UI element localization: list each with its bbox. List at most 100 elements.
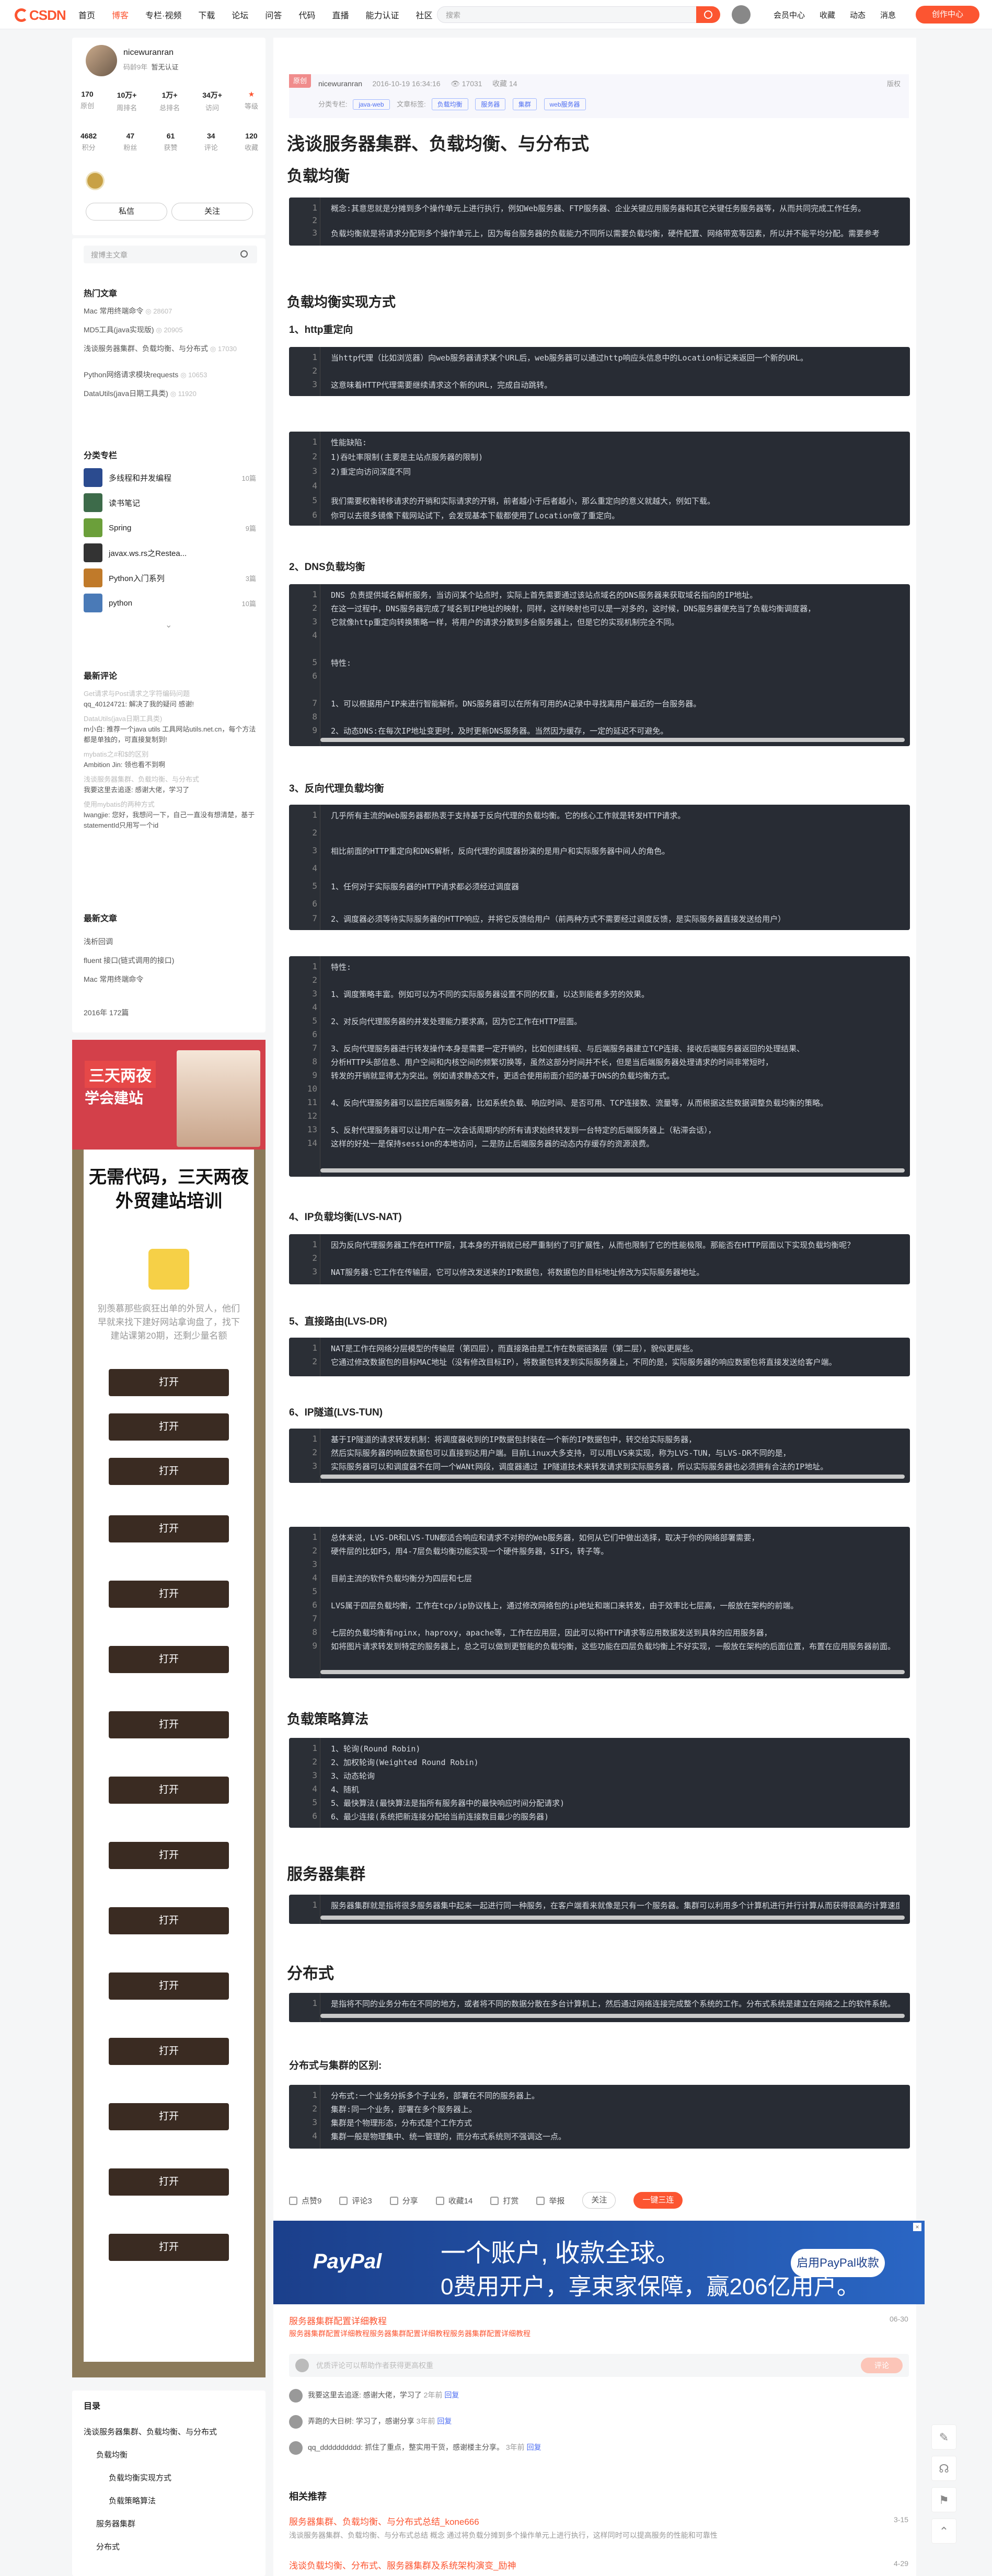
code-block[interactable]: 123 456 性能缺陷: 1)吞吐率限制(主要是主站点服务器的限制) 2)重定… (289, 432, 910, 526)
stat-level[interactable]: ★ 等级 (245, 90, 258, 112)
avatar[interactable] (289, 2441, 303, 2455)
stat-original[interactable]: 170 原创 (80, 90, 94, 112)
author-link[interactable]: nicewuranran (318, 79, 362, 88)
toc-item[interactable]: 负载均衡实现方式 (84, 2467, 217, 2490)
copyright-label[interactable]: 版权 (887, 78, 901, 88)
ad-open-button[interactable]: 打开 (109, 2168, 229, 2196)
vip-center-link[interactable]: 会员中心 (774, 9, 805, 20)
code-scrollbar[interactable] (320, 1168, 905, 1173)
code-block[interactable]: 123 基于IP隧道的请求转发机制：将调度器收到的IP数据包封装在一个新的IP数… (289, 1429, 910, 1483)
blog-search-input[interactable]: 搜博主文章 (84, 246, 257, 263)
code-block[interactable]: 123 456 789 DNS 负责提供域名解析服务，当访问某个站点时，实际上首… (289, 584, 910, 746)
comment-item[interactable]: mybatis之#和$的区别 Ambition Jin: 领也看不到啊 (84, 749, 256, 770)
stat-week-rank[interactable]: 10万+ 周排名 (117, 90, 137, 112)
favorites-link[interactable]: 收藏 (820, 9, 835, 20)
dynamics-link[interactable]: 动态 (850, 9, 866, 20)
search-button[interactable] (696, 6, 720, 23)
badge-icon[interactable] (86, 171, 105, 190)
avatar[interactable] (289, 2389, 303, 2403)
author-name[interactable]: nicewuranran (123, 48, 174, 57)
code-block[interactable]: 123 456 789 总体来说，LVS-DR和LVS-TUN都适合响应和请求不… (289, 1527, 910, 1678)
ad-open-button[interactable]: 打开 (109, 1515, 229, 1542)
article-tag[interactable]: 负载均衡 (431, 98, 468, 110)
code-scrollbar[interactable] (320, 2014, 905, 2018)
close-icon[interactable]: × (913, 2223, 921, 2231)
article-tag[interactable]: 服务器 (475, 98, 506, 110)
ad-open-button[interactable]: 打开 (109, 2038, 229, 2065)
nav-item-download[interactable]: 下载 (198, 8, 215, 21)
toc-item[interactable]: 浅谈服务器集群、负载均衡、与分布式 (84, 2421, 217, 2444)
private-message-button[interactable]: 私信 (86, 203, 167, 221)
code-scrollbar[interactable] (320, 1916, 905, 1920)
ad-open-button[interactable]: 打开 (109, 1842, 229, 1869)
recent-article-item[interactable]: Mac 常用终端命令 (84, 970, 256, 989)
recent-article-item[interactable]: fluent 接口(链式调用的接口) (84, 951, 256, 970)
headset-icon[interactable]: ☊ (931, 2456, 956, 2481)
ad-open-button[interactable]: 打开 (109, 1458, 229, 1485)
ad-open-button[interactable]: 打开 (109, 1581, 229, 1608)
nav-item-live[interactable]: 直播 (332, 8, 349, 21)
nav-item-home[interactable]: 首页 (78, 8, 95, 21)
paypal-ad-banner[interactable]: PayPal 一个账户, 收款全球。 0费用开户，享束家保障，赢206亿用户。 … (273, 2221, 925, 2304)
column-item[interactable]: 多线程和并发编程 10篇 (84, 465, 256, 490)
ad-open-button[interactable]: 打开 (109, 1646, 229, 1673)
article-tag[interactable]: web服务器 (544, 98, 586, 110)
stat-total-rank[interactable]: 1万+ 总排名 (159, 90, 180, 112)
reply-link[interactable]: 回复 (527, 2443, 541, 2452)
ad-open-button[interactable]: 打开 (109, 1711, 229, 1738)
comment-item[interactable]: Get请求与Post请求之字符编码问题 qq_40124721: 解决了我的疑问 … (84, 689, 256, 710)
comment-input[interactable]: 优质评论可以帮助作者获得更高权重 (316, 2360, 433, 2371)
archive-link[interactable]: 2016年 172篇 (84, 1007, 129, 1018)
recommend-link[interactable]: 服务器集群、负载均衡、与分布式总结_kone666 (289, 2514, 479, 2527)
code-block[interactable]: 123 456 1、轮询(Round Robin) 2、加权轮询(Weighte… (289, 1738, 910, 1828)
edit-icon[interactable]: ✎ (931, 2424, 956, 2450)
ad-open-button[interactable]: 打开 (109, 2103, 229, 2130)
back-to-top-icon[interactable]: ⌃ (931, 2519, 956, 2544)
related-article-link[interactable]: 服务器集群配置详细教程 (289, 2314, 387, 2327)
code-block[interactable]: 123 456 789 10 11 12 13 14 特性: 1、调度策略丰富。例如可… (289, 956, 910, 1177)
follow-author-button[interactable]: 关注 (171, 203, 253, 221)
search-input[interactable]: 搜索 (437, 6, 719, 23)
favorite-link[interactable]: 收藏 14 (492, 79, 517, 88)
hot-article-item[interactable]: Mac 常用终端命令 ◎ 28607 (84, 305, 256, 324)
nav-item-blog[interactable]: 博客 (112, 8, 129, 21)
reply-link[interactable]: 回复 (444, 2391, 459, 2399)
recent-article-item[interactable]: 浅析回调 (84, 932, 256, 951)
nav-item-column[interactable]: 专栏·视频 (145, 8, 181, 21)
toc-item[interactable]: 分布式 (84, 2536, 217, 2559)
user-avatar[interactable] (732, 5, 751, 26)
stat-fans[interactable]: 47 粉丝 (123, 132, 137, 152)
code-scrollbar[interactable] (320, 1670, 905, 1674)
csdn-logo[interactable]: CSDN (15, 7, 66, 24)
comment-item[interactable]: 使用mybatis的两种方式 lwangjie: 您好，我想问一下，自己一直没有想… (84, 799, 256, 831)
submit-comment-button[interactable]: 评论 (861, 2358, 903, 2373)
code-block[interactable]: 1234 分布式:一个业务分拆多个子业务，部署在不同的服务器上。 集群:同一个业… (289, 2085, 910, 2149)
create-center-button[interactable]: 创作中心 (916, 6, 979, 24)
column-tag[interactable]: java-web (353, 99, 390, 110)
hot-article-item[interactable]: MD5工具(java实现版) ◎ 20905 (84, 324, 256, 343)
column-item[interactable]: Python入门系列 3篇 (84, 565, 256, 590)
follow-button[interactable]: 关注 (582, 2192, 616, 2209)
column-item[interactable]: 读书笔记 (84, 490, 256, 515)
comment-item[interactable]: DataUtils(java日期工具类) m小白: 推荐一个java utils … (84, 714, 256, 745)
ad-open-button[interactable]: 打开 (109, 1972, 229, 2000)
report-icon[interactable]: ⚑ (931, 2487, 956, 2512)
ad-open-button[interactable]: 打开 (109, 2234, 229, 2261)
nav-item-cert[interactable]: 能力认证 (365, 8, 399, 21)
one-key-triple-button[interactable]: 一键三连 (633, 2192, 683, 2209)
column-item[interactable]: javax.ws.rs之Restea... (84, 540, 256, 565)
code-block[interactable]: 1 服务器集群就是指将很多服务器集中起来一起进行同一种服务，在客户端看来就像是只… (289, 1895, 910, 1924)
search-icon[interactable] (240, 250, 248, 258)
hot-article-item[interactable]: DataUtils(java日期工具类) ◎ 11920 (84, 388, 256, 407)
code-block[interactable]: 123 因为反向代理服务器工作在HTTP层，其本身的开销就已经严重制约了可扩展性… (289, 1234, 910, 1284)
favorite-button[interactable]: 收藏14 (435, 2195, 472, 2206)
hot-article-item[interactable]: 浅谈服务器集群、负载均衡、与分布式 ◎ 17030 (84, 343, 256, 369)
reply-link[interactable]: 回复 (437, 2417, 452, 2426)
ad-open-button[interactable]: 打开 (109, 1777, 229, 1804)
ad-open-button[interactable]: 打开 (109, 1413, 229, 1441)
share-button[interactable]: 分享 (389, 2195, 418, 2206)
code-scrollbar[interactable] (320, 738, 905, 742)
like-button[interactable]: 点赞9 (289, 2195, 321, 2206)
author-avatar[interactable] (86, 45, 117, 76)
column-item[interactable]: Spring 9篇 (84, 515, 256, 540)
